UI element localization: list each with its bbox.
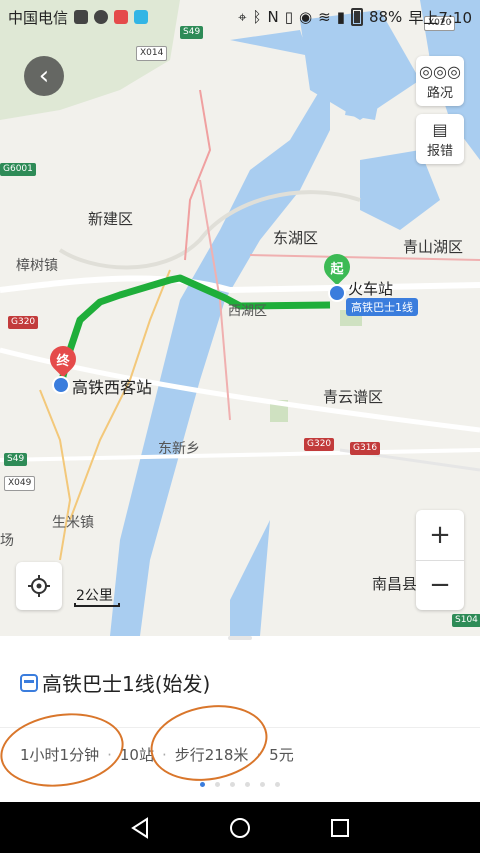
road-tag: X014 xyxy=(136,46,168,61)
stops-label: 10站 xyxy=(119,746,154,764)
carrier-label: 中国电信 xyxy=(8,8,69,27)
app-icon xyxy=(114,10,129,24)
recents-square-icon xyxy=(331,818,349,837)
traffic-button[interactable]: ◎◎◎ 路况 xyxy=(416,56,464,106)
label-zhangshu: 樟树镇 xyxy=(16,258,58,274)
report-label: 报错 xyxy=(426,143,453,159)
start-pin[interactable]: 起 xyxy=(318,248,356,286)
road-tag: G316 xyxy=(350,442,381,455)
route-title-label: 高铁巴士1线(始发) xyxy=(42,672,211,696)
recents-nav-button[interactable] xyxy=(328,816,352,840)
page-dot[interactable] xyxy=(275,782,280,787)
label-donghu: 东湖区 xyxy=(273,229,319,247)
app-icon xyxy=(134,10,149,24)
line-tag[interactable]: 高铁巴士1线 xyxy=(346,298,418,316)
label-nanchangxian: 南昌县 xyxy=(372,575,418,593)
system-nav-bar xyxy=(0,802,480,853)
nfc-icon: N xyxy=(267,8,279,26)
wechat-icon xyxy=(94,10,109,24)
app-root: 新建区 东湖区 青山湖区 西湖区 青云谱区 樟树镇 东新乡 生米镇 南昌县 场 … xyxy=(0,0,480,853)
start-stop-icon xyxy=(328,284,346,302)
label-dongxin: 东新乡 xyxy=(158,441,200,457)
route-sheet[interactable]: 高铁巴士1线(始发) 1小时1分钟 · 10站 · 步行218米 · 5元 xyxy=(0,636,480,802)
end-pin[interactable]: 终 xyxy=(44,340,82,378)
sheet-handle[interactable] xyxy=(228,636,252,640)
label-chang: 场 xyxy=(0,533,14,549)
label-qingyunpu: 青云谱区 xyxy=(323,388,384,406)
location-icon: ⌖ xyxy=(238,8,247,26)
road-tag: X049 xyxy=(4,476,36,491)
scale-bar xyxy=(74,603,120,607)
end-station-label[interactable]: 高铁西客站 xyxy=(72,374,152,398)
eye-icon: ◉ xyxy=(299,8,313,26)
zoom-control: + − xyxy=(416,510,464,610)
road-tag: G6001 xyxy=(0,163,36,176)
bus-icon xyxy=(20,673,38,692)
traffic-label: 路况 xyxy=(426,85,453,101)
bluetooth-icon: ᛒ xyxy=(252,8,262,26)
status-bar: 中国电信 ⌖ ᛒ N ▯ ◉ ≋ ▮ 88% 早上7:10 xyxy=(0,0,480,34)
label-shengmi: 生米镇 xyxy=(52,515,94,531)
page-dot[interactable] xyxy=(200,782,205,787)
image-icon xyxy=(74,10,89,24)
annotation-circle xyxy=(0,705,129,795)
label-xinjian: 新建区 xyxy=(88,210,134,228)
traffic-icon: ◎◎◎ xyxy=(419,61,461,81)
end-stop-icon xyxy=(52,376,70,394)
map-view[interactable]: 新建区 东湖区 青山湖区 西湖区 青云谱区 樟树镇 东新乡 生米镇 南昌县 场 … xyxy=(0,0,480,636)
start-station-label[interactable]: 火车站 xyxy=(348,278,393,299)
scale-label: 2公里 xyxy=(76,588,113,604)
clock-label: 早上7:10 xyxy=(408,8,472,27)
locate-icon xyxy=(28,575,50,597)
battery-icon xyxy=(350,8,363,26)
battery-label: 88% xyxy=(368,8,403,26)
road-tag: S49 xyxy=(4,453,28,466)
page-dot[interactable] xyxy=(260,782,265,787)
road-tag: G320 xyxy=(8,316,39,329)
locate-button[interactable] xyxy=(16,562,62,610)
back-triangle-icon xyxy=(131,816,148,839)
price-label: 5元 xyxy=(269,746,294,764)
zoom-out-button[interactable]: − xyxy=(416,561,464,611)
route-title[interactable]: 高铁巴士1线(始发) xyxy=(20,668,210,697)
vibrate-icon: ▯ xyxy=(284,8,294,26)
page-dot[interactable] xyxy=(215,782,220,787)
annotation-circle xyxy=(144,696,274,790)
page-dot[interactable] xyxy=(245,782,250,787)
back-nav-button[interactable] xyxy=(128,816,152,840)
signal-icon: ▮ xyxy=(336,8,345,26)
label-xihu: 西湖区 xyxy=(228,304,268,319)
report-button[interactable]: ▤ 报错 xyxy=(416,114,464,164)
wifi-icon: ≋ xyxy=(318,8,331,26)
zoom-in-button[interactable]: + xyxy=(416,510,464,560)
label-qingshanhu: 青山湖区 xyxy=(403,238,464,256)
road-tag: G320 xyxy=(304,438,335,451)
road-tag: S104 xyxy=(452,614,480,627)
report-icon: ▤ xyxy=(432,119,448,139)
page-dot[interactable] xyxy=(230,782,235,787)
back-button[interactable]: ‹ xyxy=(24,56,64,96)
home-circle-icon xyxy=(230,817,250,838)
chevron-left-icon: ‹ xyxy=(38,61,50,91)
home-nav-button[interactable] xyxy=(228,816,252,840)
